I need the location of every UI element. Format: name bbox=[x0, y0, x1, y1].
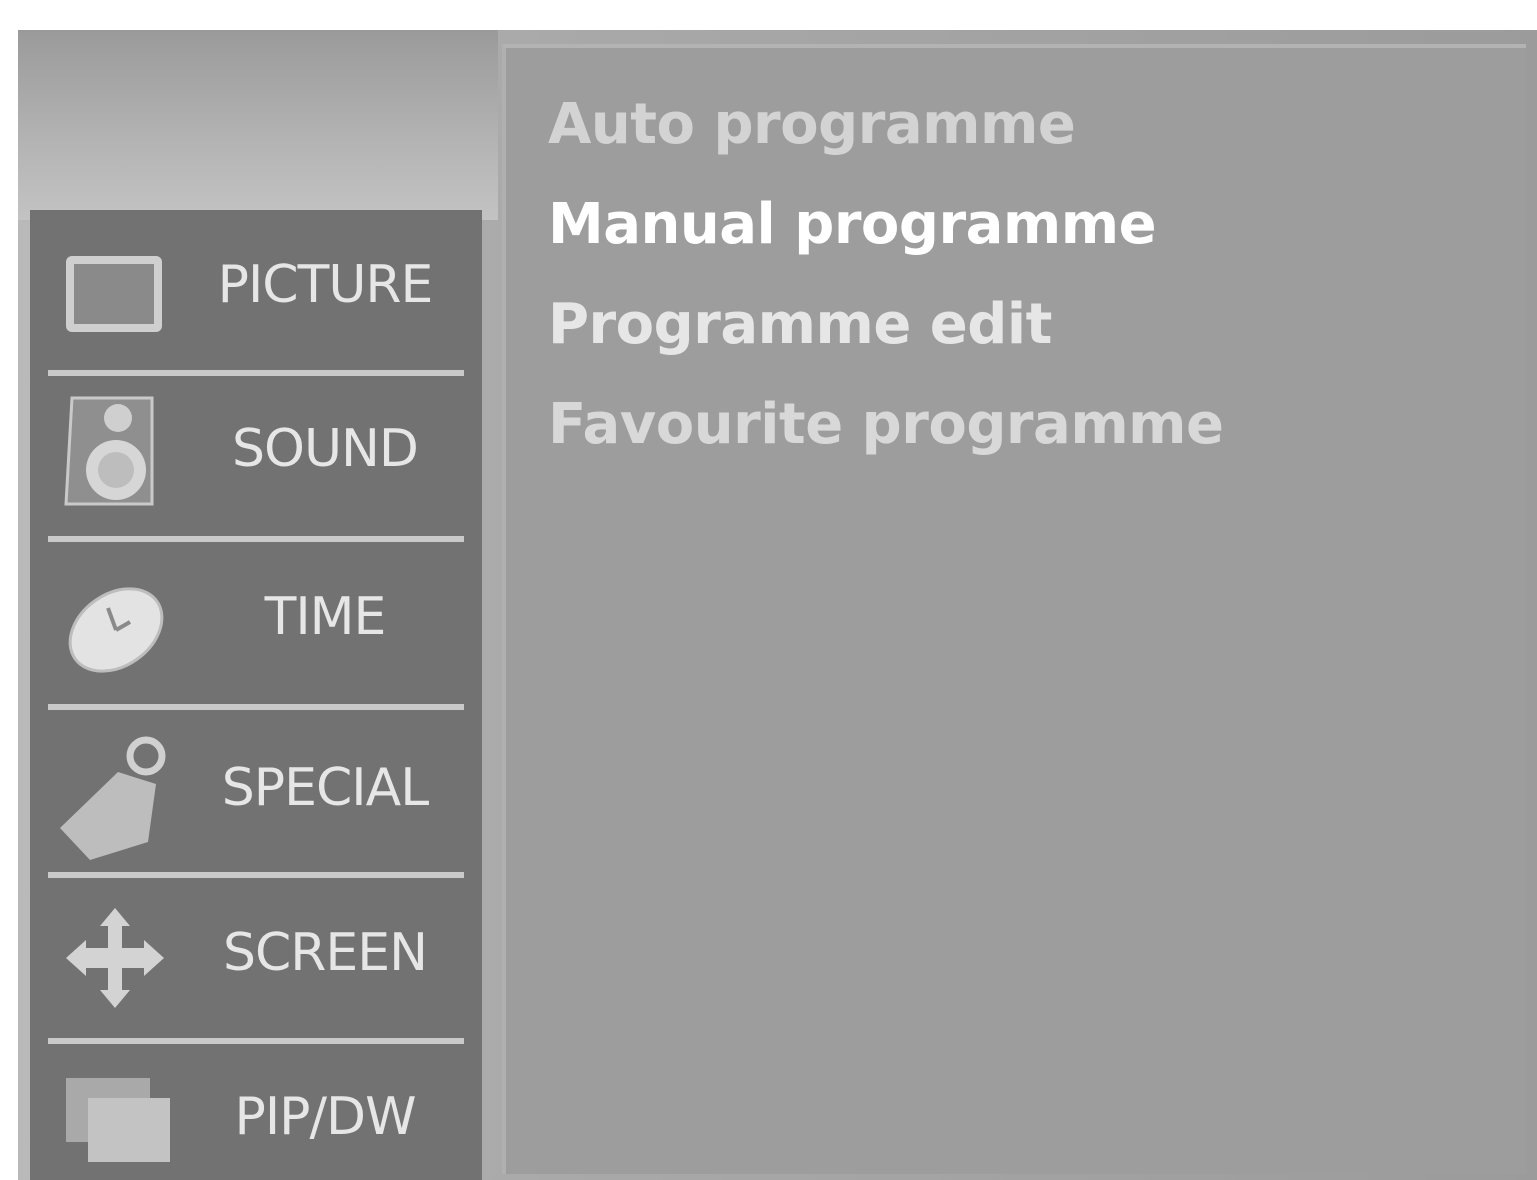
menu-item-auto-programme[interactable]: Auto programme bbox=[548, 92, 1076, 157]
sidebar-item-label: SOUND bbox=[232, 419, 419, 479]
tv-osd-screen: PICTURE SOUND TIME SPECIAL SCREEN PIP/DW… bbox=[18, 30, 1537, 1180]
menu-item-favourite-programme[interactable]: Favourite programme bbox=[548, 392, 1224, 457]
programme-submenu: Auto programme Manual programme Programm… bbox=[502, 44, 1526, 1174]
move-arrows-icon bbox=[60, 908, 170, 1008]
sidebar-item-pip-dw[interactable]: PIP/DW bbox=[30, 1044, 482, 1180]
speaker-icon bbox=[60, 396, 170, 506]
clock-icon bbox=[64, 582, 174, 682]
header-glow bbox=[18, 30, 498, 220]
picture-icon bbox=[60, 240, 170, 340]
sidebar-item-label: SCREEN bbox=[222, 923, 428, 983]
menu-item-programme-edit[interactable]: Programme edit bbox=[548, 292, 1052, 357]
sidebar-item-label: SPECIAL bbox=[221, 758, 429, 818]
sidebar-item-special[interactable]: SPECIAL bbox=[30, 710, 482, 860]
sidebar-item-screen[interactable]: SCREEN bbox=[30, 878, 482, 1028]
sidebar-item-sound[interactable]: SOUND bbox=[30, 376, 482, 526]
main-menu-sidebar: PICTURE SOUND TIME SPECIAL SCREEN PIP/DW bbox=[30, 210, 482, 1180]
tag-icon bbox=[60, 732, 170, 860]
sidebar-item-label: PIP/DW bbox=[234, 1087, 416, 1147]
sidebar-item-label: PICTURE bbox=[217, 255, 434, 315]
sidebar-item-picture[interactable]: PICTURE bbox=[30, 210, 482, 360]
sidebar-item-time[interactable]: TIME bbox=[30, 542, 482, 692]
sidebar-item-label: TIME bbox=[264, 587, 387, 647]
menu-item-manual-programme[interactable]: Manual programme bbox=[548, 192, 1157, 257]
pip-icon bbox=[60, 1076, 170, 1176]
